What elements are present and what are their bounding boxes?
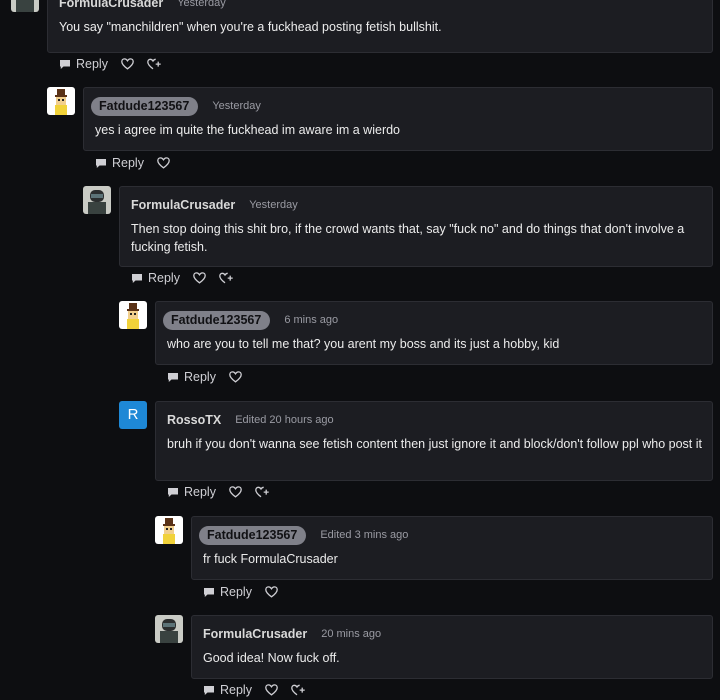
- comment-author[interactable]: RossoTX: [167, 413, 221, 427]
- reply-label: Reply: [184, 370, 216, 384]
- reply-button[interactable]: Reply: [59, 57, 108, 71]
- reply-button[interactable]: Reply: [167, 370, 216, 384]
- tophat-avatar-icon: [119, 301, 147, 329]
- award-button[interactable]: [291, 684, 306, 696]
- reply-button[interactable]: Reply: [95, 156, 144, 170]
- comment-body: Fatdude123567 Yesterday yes i agree im q…: [83, 87, 713, 151]
- like-button[interactable]: [157, 157, 170, 169]
- like-button[interactable]: [193, 272, 206, 284]
- comment-text: Then stop doing this shit bro, if the cr…: [131, 222, 685, 254]
- comment-body: FormulaCrusader Yesterday Then stop doin…: [119, 186, 713, 267]
- comment-timestamp: Yesterday: [212, 100, 261, 112]
- reply-label: Reply: [220, 585, 252, 599]
- reply-icon: [168, 372, 178, 382]
- user-avatar[interactable]: [155, 516, 183, 544]
- reply-label: Reply: [76, 57, 108, 71]
- comment-text: yes i agree im quite the fuckhead im awa…: [95, 123, 401, 137]
- comment-author[interactable]: FormulaCrusader: [59, 0, 163, 10]
- comment-timestamp: Edited 3 mins ago: [320, 529, 409, 541]
- comment-timestamp: Yesterday: [177, 0, 226, 9]
- comment-text: Good idea! Now fuck off.: [203, 651, 340, 665]
- comment-body: Fatdude123567 6 mins ago who are you to …: [155, 301, 713, 365]
- comment-actions: Reply: [167, 369, 242, 385]
- comment-actions: Reply: [167, 484, 270, 500]
- comment-text: fr fuck FormulaCrusader: [203, 552, 338, 566]
- reply-icon: [132, 273, 142, 283]
- heart-plus-icon: [291, 684, 305, 696]
- heart-icon: [265, 586, 278, 598]
- user-avatar[interactable]: [11, 0, 39, 12]
- comment: FormulaCrusader 20 mins ago Good idea! N…: [155, 615, 713, 699]
- comment-actions: Reply: [203, 584, 278, 600]
- comment-thread: FormulaCrusader Yesterday You say "manch…: [0, 0, 720, 700]
- reply-label: Reply: [148, 271, 180, 285]
- reply-icon: [168, 487, 178, 497]
- like-button[interactable]: [121, 58, 134, 70]
- comment-actions: Reply: [131, 270, 234, 286]
- comment: Fatdude123567 6 mins ago who are you to …: [119, 301, 713, 385]
- comment-timestamp: 6 mins ago: [284, 314, 339, 326]
- comment-author[interactable]: Fatdude123567: [91, 96, 199, 116]
- user-avatar[interactable]: [119, 301, 147, 329]
- like-button[interactable]: [265, 586, 278, 598]
- comment-body: FormulaCrusader Yesterday You say "manch…: [47, 0, 713, 53]
- comment-timestamp: 20 mins ago: [321, 628, 382, 640]
- comment-timestamp: Yesterday: [249, 199, 298, 211]
- user-avatar[interactable]: [47, 87, 75, 115]
- comment-actions: Reply: [203, 682, 306, 698]
- reply-icon: [204, 587, 214, 597]
- award-button[interactable]: [147, 58, 162, 70]
- reply-icon: [96, 158, 106, 168]
- reply-button[interactable]: Reply: [167, 485, 216, 499]
- comment: FormulaCrusader Yesterday Then stop doin…: [83, 186, 713, 288]
- comment-author[interactable]: FormulaCrusader: [131, 198, 235, 212]
- reply-button[interactable]: Reply: [131, 271, 180, 285]
- reply-button[interactable]: Reply: [203, 585, 252, 599]
- heart-plus-icon: [255, 486, 269, 498]
- reply-label: Reply: [220, 683, 252, 697]
- reply-button[interactable]: Reply: [203, 683, 252, 697]
- comment-author[interactable]: Fatdude123567: [163, 310, 271, 330]
- reply-label: Reply: [184, 485, 216, 499]
- like-button[interactable]: [265, 684, 278, 696]
- comment: FormulaCrusader Yesterday You say "manch…: [11, 0, 713, 84]
- like-button[interactable]: [229, 486, 242, 498]
- comment-actions: Reply: [95, 155, 170, 171]
- like-button[interactable]: [229, 371, 242, 383]
- comment-author[interactable]: FormulaCrusader: [203, 627, 307, 641]
- comment-body: FormulaCrusader 20 mins ago Good idea! N…: [191, 615, 713, 679]
- award-button[interactable]: [255, 486, 270, 498]
- heart-icon: [193, 272, 206, 284]
- comment: Fatdude123567 Yesterday yes i agree im q…: [47, 87, 713, 171]
- heart-plus-icon: [147, 58, 161, 70]
- helmet-avatar-icon: [155, 615, 183, 643]
- heart-icon: [229, 486, 242, 498]
- comment-text: who are you to tell me that? you arent m…: [167, 337, 560, 351]
- comment-text: bruh if you don't wanna see fetish conte…: [167, 437, 702, 451]
- user-avatar[interactable]: [83, 186, 111, 214]
- comment: R RossoTX Edited 20 hours ago bruh if yo…: [119, 401, 713, 501]
- helmet-avatar-icon: [11, 0, 39, 12]
- heart-icon: [265, 684, 278, 696]
- award-button[interactable]: [219, 272, 234, 284]
- heart-icon: [121, 58, 134, 70]
- comment-actions: Reply: [59, 56, 162, 72]
- heart-icon: [157, 157, 170, 169]
- comment-body: Fatdude123567 Edited 3 mins ago fr fuck …: [191, 516, 713, 580]
- user-avatar[interactable]: [155, 615, 183, 643]
- heart-plus-icon: [219, 272, 233, 284]
- helmet-avatar-icon: [83, 186, 111, 214]
- comment-text: You say "manchildren" when you're a fuck…: [59, 20, 442, 34]
- reply-icon: [60, 59, 70, 69]
- reply-icon: [204, 685, 214, 695]
- reply-label: Reply: [112, 156, 144, 170]
- comment-timestamp: Edited 20 hours ago: [235, 414, 334, 426]
- tophat-avatar-icon: [155, 516, 183, 544]
- comment-author[interactable]: Fatdude123567: [199, 525, 307, 545]
- heart-icon: [229, 371, 242, 383]
- comment: Fatdude123567 Edited 3 mins ago fr fuck …: [155, 516, 713, 600]
- comment-body: RossoTX Edited 20 hours ago bruh if you …: [155, 401, 713, 481]
- user-avatar[interactable]: R: [119, 401, 147, 429]
- tophat-avatar-icon: [47, 87, 75, 115]
